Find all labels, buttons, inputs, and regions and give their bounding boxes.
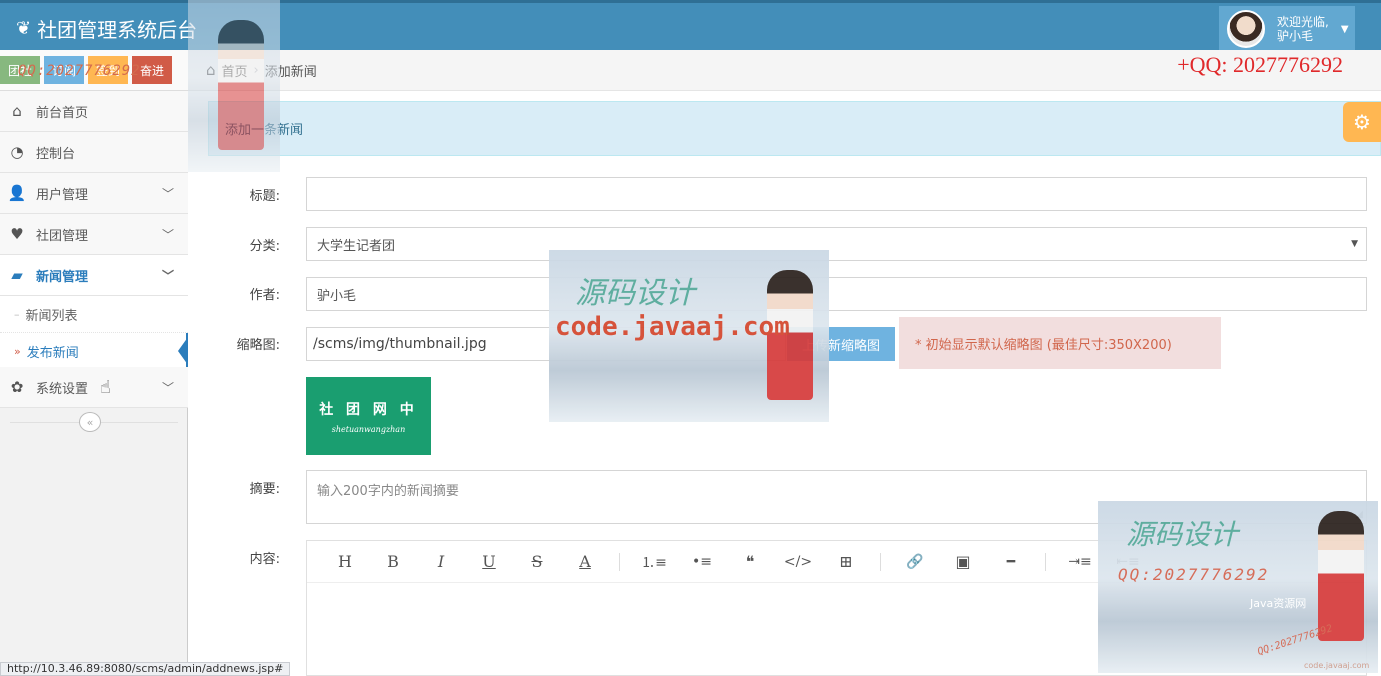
sidebar-item-home[interactable]: ⌂ 前台首页 (0, 91, 188, 132)
link-button[interactable]: 🔗 (891, 554, 939, 570)
summary-label: 摘要: (249, 482, 280, 497)
watermark-calligraphy: 源码设计 (1126, 518, 1239, 551)
sidebar-item-label: 新闻管理 (36, 269, 89, 285)
home-icon: ⌂ (12, 102, 22, 120)
sidebar-item-label: 控制台 (36, 146, 76, 162)
italic-button[interactable]: I (417, 552, 465, 571)
settings-gear-button[interactable]: ⚙ (1343, 102, 1381, 142)
avatar (1227, 10, 1265, 48)
heart-icon: ♥ (10, 225, 24, 243)
user-greeting: 欢迎光临, (1277, 15, 1329, 29)
sidebar: 团社 订阅 签到 奋进 QQ:2027776292 ⌂ 前台首页 ◔ 控制台 👤… (0, 50, 188, 676)
book-icon: ▰ (11, 266, 23, 284)
blockquote-button[interactable]: ❝ (726, 552, 774, 571)
font-color-button[interactable]: A (561, 552, 609, 571)
category-selected-value: 大学生记者团 (317, 238, 396, 254)
double-chevron-right-icon: » (14, 344, 21, 358)
strikethrough-button[interactable]: S (513, 552, 561, 571)
active-arrow-icon (178, 337, 188, 365)
sidebar-item-label: 社团管理 (36, 228, 89, 244)
watermark-photo-bottomright: 源码设计 QQ:2027776292 Java资源网 QQ:2027776292… (1098, 501, 1378, 673)
chevron-down-icon: ﹀ (161, 268, 174, 283)
thumbnail-preview-image: 社 团 网 中 shetuanwangzhan (306, 377, 431, 455)
heading-button[interactable]: H (321, 552, 369, 571)
dashboard-icon: ◔ (10, 143, 24, 161)
thumbnail-image-title: 社 团 网 中 (319, 401, 418, 418)
author-input[interactable]: 驴小毛 (306, 277, 1367, 311)
category-label: 分类: (249, 239, 280, 254)
sidebar-item-settings[interactable]: ✿ 系统设置 ☝ ﹀ (0, 367, 188, 408)
sidebar-subitem-label: 发布新闻 (26, 345, 79, 361)
table-button[interactable]: ⊞ (822, 552, 870, 571)
thumbnail-hint: * 初始显示默认缩略图 (最佳尺寸:350X200) (899, 317, 1221, 369)
gear-icon: ⚙ (1353, 110, 1371, 134)
toolbar-divider (619, 552, 620, 571)
watermark-footer-site: code.javaaj.com (1304, 661, 1370, 670)
sidebar-item-label: 前台首页 (36, 105, 89, 121)
hand-cursor-icon: ☝ (100, 376, 111, 398)
chevron-down-icon: ﹀ (161, 227, 174, 242)
sidebar-collapse-button[interactable]: « (79, 412, 101, 432)
code-button[interactable]: </> (774, 554, 822, 570)
unordered-list-button[interactable]: •≡ (678, 554, 726, 570)
leaf-icon: ❦ (16, 17, 32, 39)
watermark-qq-text: QQ:2027776292 (1118, 565, 1270, 584)
browser-status-url: http://10.3.46.89:8080/scms/admin/addnew… (0, 662, 291, 676)
toolbar-divider (1045, 552, 1046, 571)
sidebar-subitem-label: 新闻列表 (25, 308, 78, 324)
bold-button[interactable]: B (369, 552, 417, 571)
watermark-site-text: code.javaaj.com (555, 312, 790, 342)
sidebar-shortcuts: 团社 订阅 签到 奋进 QQ:2027776292 (0, 50, 188, 91)
gear-icon: ✿ (10, 378, 24, 396)
title-input[interactable] (306, 177, 1367, 211)
sidebar-subitem-news-list[interactable]: – 新闻列表 (0, 296, 188, 333)
indent-button[interactable]: ⇥≡ (1056, 554, 1104, 570)
sidebar-item-users[interactable]: 👤 用户管理 ﹀ (0, 173, 188, 214)
thumbnail-label: 缩略图: (236, 338, 280, 353)
sidebar-item-dashboard[interactable]: ◔ 控制台 (0, 132, 188, 173)
thumbnail-image-subtitle: shetuanwangzhan (331, 424, 406, 434)
sidebar-item-label: 系统设置 (36, 381, 89, 397)
toolbar-divider (880, 552, 881, 571)
user-icon: 👤 (7, 184, 27, 202)
sidebar-item-news[interactable]: ▰ 新闻管理 ﹀ (0, 255, 188, 296)
watermark-java-site: Java资源网 (1250, 597, 1307, 610)
contact-qq-text: +QQ: 2027776292 (1177, 52, 1343, 77)
dash-icon: – (14, 307, 20, 321)
underline-button[interactable]: U (465, 552, 513, 571)
watermark-photo-topleft (188, 0, 280, 172)
watermark-figure (1318, 511, 1364, 641)
brand-title: 社团管理系统后台 (37, 17, 198, 42)
caret-down-icon: ▼ (1340, 23, 1349, 35)
watermark-calligraphy: 源码设计 (575, 276, 695, 311)
chevron-down-icon: ﹀ (161, 186, 174, 201)
sidebar-item-clubs[interactable]: ♥ 社团管理 ﹀ (0, 214, 188, 255)
content-label: 内容: (249, 552, 280, 567)
author-label: 作者: (249, 288, 280, 303)
page-title: 添加一条新闻 (208, 101, 1381, 156)
user-menu[interactable]: 欢迎光临, 驴小毛 ▼ (1219, 6, 1355, 52)
category-select[interactable]: 大学生记者团 ▼ (306, 227, 1367, 261)
watermark-qq-text: QQ:2027776292 (18, 63, 141, 79)
ordered-list-button[interactable]: ⒈≡ (630, 552, 678, 572)
chevron-down-icon: ﹀ (161, 380, 174, 395)
user-name: 驴小毛 (1277, 29, 1314, 43)
watermark-figure (218, 20, 264, 150)
caret-down-icon: ▼ (1351, 239, 1358, 249)
horizontal-rule-button[interactable]: ━ (987, 554, 1035, 570)
title-label: 标题: (249, 189, 280, 204)
sidebar-item-label: 用户管理 (36, 187, 89, 203)
watermark-photo-center: 源码设计 code.javaaj.com (549, 250, 829, 422)
image-button[interactable]: ▣ (939, 552, 987, 571)
summary-placeholder: 输入200字内的新闻摘要 (317, 484, 459, 499)
sidebar-subitem-publish-news[interactable]: » 发布新闻 (0, 333, 188, 370)
